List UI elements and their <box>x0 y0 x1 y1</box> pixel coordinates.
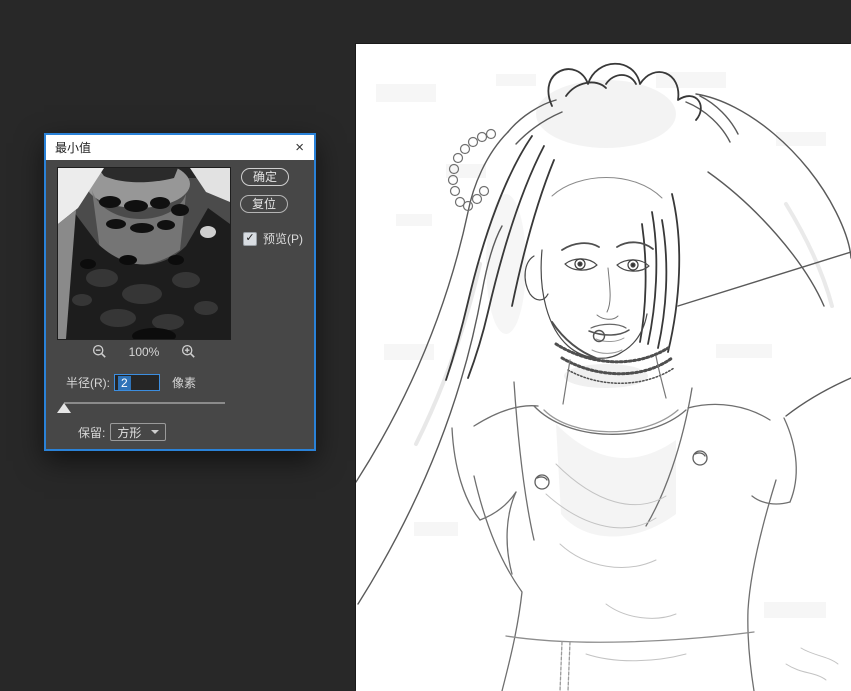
preview-toggle-row: ✓ 预览(P) <box>243 230 303 247</box>
photoshop-workspace: 最小值 × <box>0 0 851 691</box>
dialog-titlebar[interactable]: 最小值 × <box>46 135 314 160</box>
preview-thumbnail <box>58 168 230 339</box>
preserve-row: 保留: 方形 <box>78 423 166 441</box>
slider-thumb-icon[interactable] <box>57 403 71 413</box>
sketch-image <box>356 44 851 691</box>
radius-row: 半径(R): 2 像素 <box>66 374 196 391</box>
minimum-filter-dialog: 最小值 × <box>44 133 316 451</box>
reset-button[interactable]: 复位 <box>240 195 288 213</box>
preview-checkbox[interactable]: ✓ <box>243 232 257 246</box>
zoom-level-value: 100% <box>129 345 160 359</box>
preserve-label: 保留: <box>78 424 105 441</box>
slider-track[interactable] <box>64 402 225 404</box>
radius-input[interactable]: 2 <box>114 374 160 391</box>
radius-value-selected: 2 <box>118 376 131 390</box>
radius-label: 半径(R): <box>66 374 110 391</box>
zoom-out-icon[interactable] <box>92 344 107 359</box>
zoom-in-icon[interactable] <box>181 344 196 359</box>
checkmark-icon: ✓ <box>245 233 254 244</box>
document-canvas[interactable] <box>356 44 851 691</box>
close-icon[interactable]: × <box>285 135 314 160</box>
dialog-body: 确定 复位 ✓ 预览(P) 100% <box>46 160 314 449</box>
chevron-down-icon <box>151 430 159 434</box>
preserve-value: 方形 <box>117 424 141 441</box>
filter-preview-image[interactable] <box>57 167 231 340</box>
radius-unit-label: 像素 <box>172 374 196 391</box>
preview-checkbox-label[interactable]: 预览(P) <box>263 230 303 247</box>
preserve-dropdown[interactable]: 方形 <box>110 423 166 441</box>
dialog-title: 最小值 <box>46 139 91 156</box>
ok-button[interactable]: 确定 <box>241 168 289 186</box>
preview-zoom-controls: 100% <box>46 344 242 359</box>
radius-slider[interactable] <box>62 396 226 416</box>
